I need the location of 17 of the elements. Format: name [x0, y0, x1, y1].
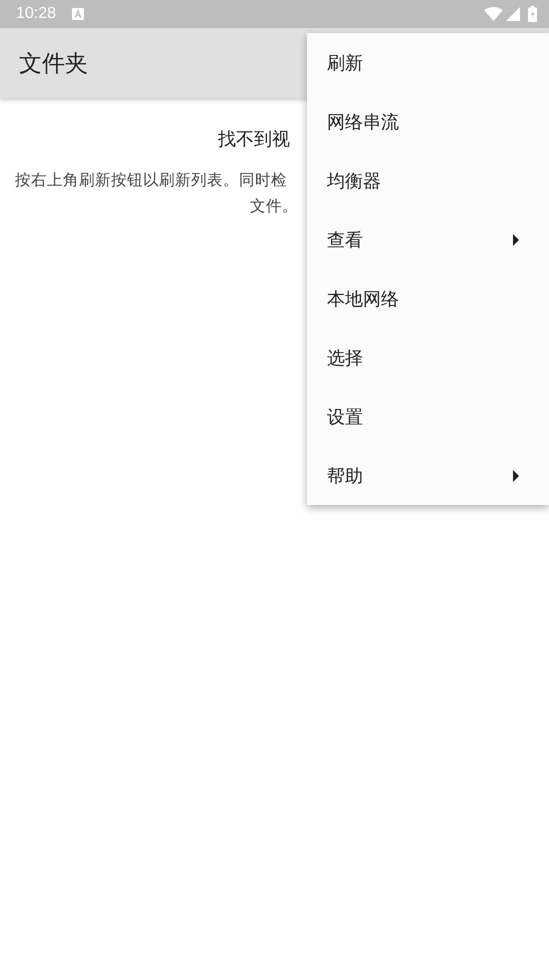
keyboard-icon	[72, 8, 84, 20]
menu-item[interactable]: 设置	[307, 387, 549, 446]
empty-title: 找不到视	[218, 128, 290, 152]
toolbar-title: 文件夹	[19, 50, 88, 78]
signal-icon	[506, 7, 520, 21]
wifi-icon	[484, 7, 503, 21]
empty-message: 按右上角刷新按钮以刷新列表。同时检	[15, 170, 287, 191]
menu-item[interactable]: 均衡器	[307, 151, 549, 210]
battery-icon	[528, 6, 537, 22]
menu-item[interactable]: 帮助	[307, 446, 549, 505]
menu-item[interactable]: 刷新	[307, 33, 549, 92]
menu-item[interactable]: 本地网络	[307, 269, 549, 328]
empty-message: 文件。	[250, 196, 298, 217]
menu-item[interactable]: 选择	[307, 328, 549, 387]
menu-item[interactable]: 查看	[307, 210, 549, 269]
clock-time: 10:28	[16, 5, 56, 23]
menu-item[interactable]: 网络串流	[307, 92, 549, 151]
